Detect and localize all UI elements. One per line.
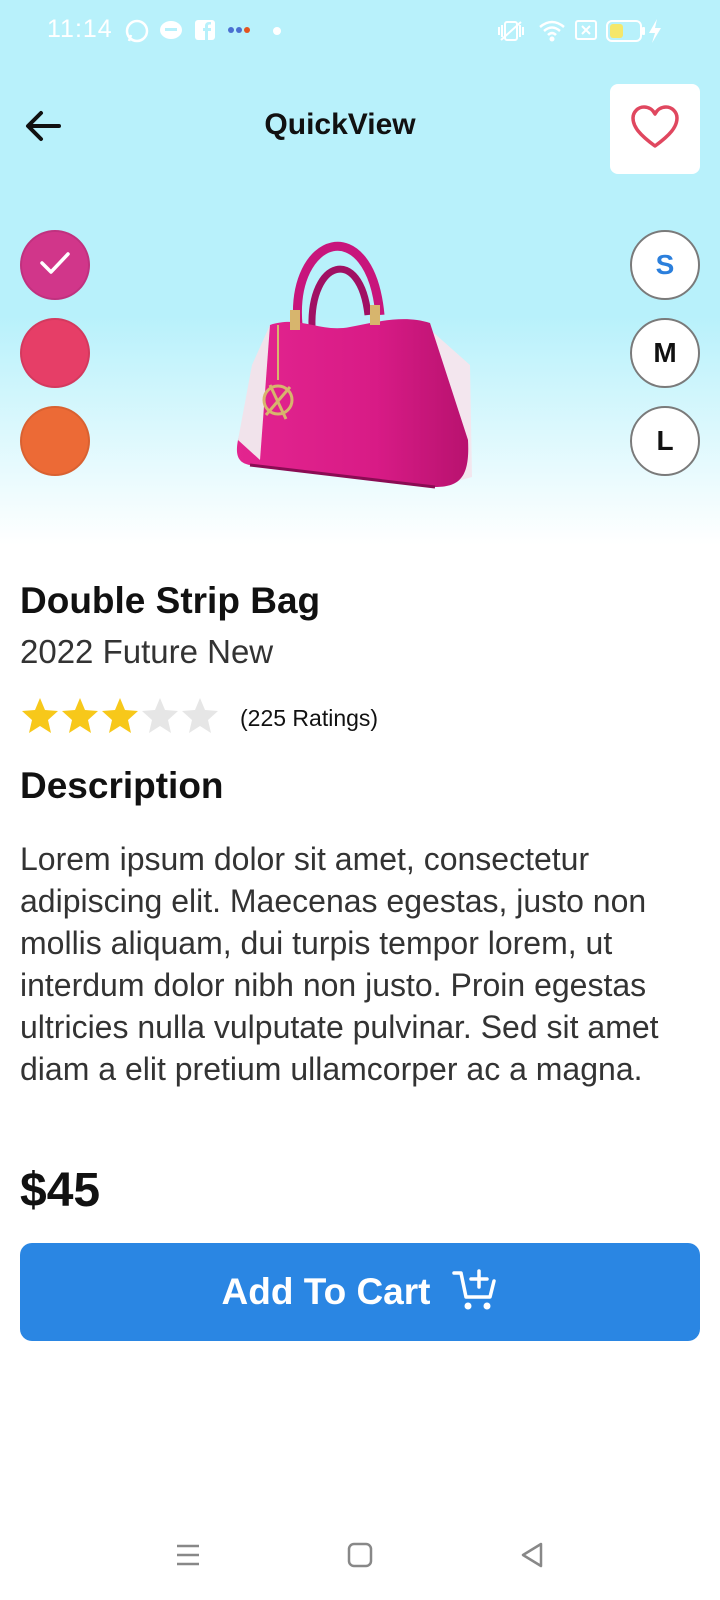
- star-filled-icon: [22, 698, 58, 733]
- facebook-icon: [193, 18, 217, 47]
- sim-icon: [574, 18, 598, 47]
- description-heading: Description: [20, 765, 224, 806]
- cart-plus-icon: [452, 1267, 498, 1318]
- charging-icon: [647, 18, 663, 49]
- check-icon: [39, 250, 71, 281]
- quickview-screen: 11:14 QuickView S M L Double Strip Bag 2…: [0, 0, 720, 1600]
- star-empty-icon: [142, 698, 178, 733]
- vibrate-icon: [496, 18, 526, 49]
- ratings-count[interactable]: (225 Ratings): [240, 705, 378, 732]
- rating-stars: [20, 696, 220, 738]
- wifi-icon: [538, 18, 566, 49]
- heart-outline-icon: [630, 104, 680, 155]
- more-dots-icon: [227, 22, 253, 43]
- product-image: [230, 215, 490, 505]
- size-button-l[interactable]: L: [630, 406, 700, 476]
- battery-icon: [606, 18, 646, 49]
- star-filled-icon: [102, 698, 138, 733]
- whatsapp-icon: [124, 18, 150, 49]
- page-title: QuickView: [264, 108, 416, 141]
- nav-menu-button[interactable]: [168, 1537, 208, 1577]
- add-to-cart-label: Add To Cart: [221, 1271, 431, 1312]
- star-filled-icon: [62, 698, 98, 733]
- favorite-button[interactable]: [610, 84, 700, 174]
- star-empty-icon: [182, 698, 218, 733]
- color-swatch-orange[interactable]: [20, 406, 90, 476]
- menu-icon: [174, 1542, 202, 1573]
- nav-home-button[interactable]: [340, 1537, 380, 1577]
- message-icon: [158, 18, 184, 49]
- dot-icon: [271, 24, 283, 42]
- size-button-s[interactable]: S: [630, 230, 700, 300]
- product-price: $45: [20, 1164, 101, 1217]
- back-triangle-icon: [519, 1541, 545, 1574]
- nav-back-button[interactable]: [512, 1537, 552, 1577]
- product-name: Double Strip Bag: [20, 580, 321, 621]
- product-subtitle: 2022 Future New: [20, 633, 274, 670]
- description-text: Lorem ipsum dolor sit amet, consectetur …: [20, 841, 659, 1087]
- size-button-m[interactable]: M: [630, 318, 700, 388]
- status-bar: 11:14: [0, 0, 720, 62]
- add-to-cart-button[interactable]: Add To Cart: [20, 1243, 700, 1341]
- color-swatch-magenta[interactable]: [20, 230, 90, 300]
- status-time: 11:14: [47, 15, 113, 43]
- color-swatch-red[interactable]: [20, 318, 90, 388]
- home-square-icon: [347, 1542, 373, 1573]
